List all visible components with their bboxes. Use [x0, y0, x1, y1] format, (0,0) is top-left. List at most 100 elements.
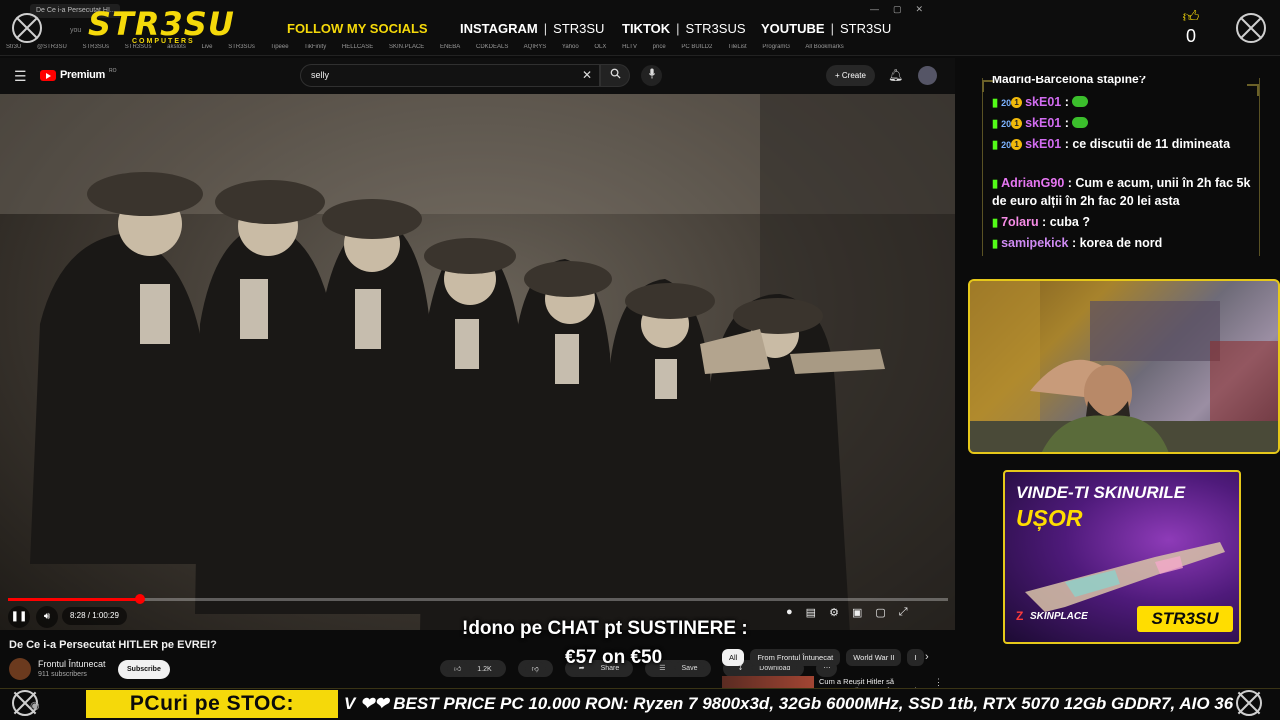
bookmark-item[interactable]: CDKDEALS: [476, 44, 508, 50]
bookmark-item[interactable]: HELLCASE: [342, 44, 373, 50]
logo-wordmark: STR3SU: [88, 5, 235, 43]
chat-username[interactable]: 7olaru: [1001, 215, 1039, 229]
url-fragment[interactable]: you: [70, 27, 81, 34]
social-handle: STR3SU: [553, 21, 605, 36]
youtube-premium-logo[interactable]: Premium RO: [40, 68, 117, 81]
window-controls[interactable]: —▢✕: [870, 4, 937, 15]
ticker-label: PCuri pe STOC:: [86, 690, 338, 718]
miniplayer-icon[interactable]: ▣: [852, 606, 862, 626]
youtube-play-icon: [40, 69, 56, 81]
chat-username[interactable]: skE01: [1025, 116, 1061, 130]
gift-badge: 1: [1011, 118, 1023, 129]
more-vert-icon[interactable]: ⋮: [934, 677, 943, 688]
bookmark-item[interactable]: ENEBA: [440, 44, 460, 50]
chrome-icon[interactable]: ◉: [30, 699, 40, 712]
bookmark-item[interactable]: TikFinity: [304, 44, 326, 50]
notifications-bell-icon[interactable]: 🔔︎: [888, 68, 903, 82]
chat-message: ▮ samipekick : korea de nord: [992, 236, 1163, 250]
kick-icon: ▮: [992, 238, 999, 250]
search-icon: [610, 68, 621, 79]
bookmark-item[interactable]: AQIRYS: [524, 44, 547, 50]
dislike-button[interactable]: 👎︎: [517, 660, 553, 677]
mute-button[interactable]: 🔊︎: [36, 606, 58, 628]
like-button[interactable]: 👍︎ 1.2K: [440, 660, 506, 677]
chat-message: ▮ 20 1 skE01 :: [992, 94, 1252, 112]
gift-badge: 1: [1011, 97, 1023, 108]
dislike-icon: 👎︎: [524, 662, 546, 677]
chat-username[interactable]: skE01: [1025, 137, 1061, 151]
chat-text: korea de nord: [1079, 236, 1163, 250]
ad-headline-accent: UȘOR: [1016, 505, 1083, 531]
autoplay-toggle[interactable]: ●: [786, 606, 793, 626]
chat-text: ce discutii de 11 dimineata: [1072, 137, 1231, 151]
fullscreen-icon[interactable]: ⤢: [899, 606, 908, 626]
hamburger-menu-icon[interactable]: ☰: [14, 68, 27, 85]
chat-message: ▮ AdrianG90 : Cum e acum, unii în 2h fac …: [992, 176, 1251, 208]
donation-prompt: !dono pe CHAT pt SUSTINERE :: [462, 618, 748, 639]
bookmark-item[interactable]: OLX: [594, 44, 606, 50]
likes-count: 0: [1185, 26, 1196, 46]
kick-icon: ▮: [992, 217, 999, 229]
sub-badge: 20: [1001, 98, 1012, 108]
bookmark-item[interactable]: price: [653, 44, 666, 50]
search-input[interactable]: selly: [300, 64, 600, 87]
chip-world-war-ii[interactable]: World War II: [846, 649, 902, 666]
video-title: De Ce i-a Persecutat HITLER pe EVREI?: [9, 639, 217, 651]
region-code: RO: [108, 68, 117, 74]
bookmark-item[interactable]: TileList: [728, 44, 747, 50]
bookmark-item[interactable]: HLTV: [622, 44, 637, 50]
chat-username[interactable]: skE01: [1025, 95, 1061, 109]
social-separator: |: [676, 21, 680, 36]
bookmark-item[interactable]: All Bookmarks: [805, 44, 843, 50]
skinplace-logo-icon: Z: [1016, 609, 1024, 623]
like-icon: 👍︎: [447, 662, 471, 677]
channel-name[interactable]: Frontul Întunecat: [38, 659, 106, 669]
social-handle: STR3SUS: [685, 21, 746, 36]
chat-message: ▮ 7olaru : cuba ?: [992, 215, 1090, 229]
captions-icon[interactable]: ▤: [806, 606, 816, 626]
chip-all[interactable]: All: [722, 649, 745, 666]
chevron-right-icon[interactable]: ›: [925, 651, 929, 663]
bookmark-item[interactable]: @STR3SU: [37, 44, 67, 50]
account-avatar[interactable]: [918, 66, 937, 85]
settings-gear-icon[interactable]: ⚙︎: [829, 606, 839, 626]
volume-icon: 🔊︎: [43, 611, 51, 622]
kick-icon: ▮: [992, 118, 999, 130]
chat-message: ▮ 20 1 skE01 :: [992, 115, 1252, 133]
donation-goal: €57 on €50: [565, 647, 663, 668]
progress-bar-fill: [8, 598, 140, 601]
channel-avatar[interactable]: [9, 658, 31, 680]
crosshair-icon: [1236, 690, 1262, 716]
progress-bar-track[interactable]: [8, 598, 948, 601]
progress-scrubber-handle[interactable]: [135, 594, 145, 604]
webcam-feed: [968, 279, 1280, 454]
voice-search-button[interactable]: [641, 65, 662, 86]
chip-more[interactable]: I: [907, 649, 924, 666]
chat-username[interactable]: AdrianG90: [1001, 176, 1064, 190]
chip-from-channel[interactable]: From Frontul Întunecat: [750, 649, 841, 666]
plus-icon: +: [835, 71, 842, 80]
ad-headline: VINDE-TI SKINURILE: [1016, 483, 1186, 502]
clear-search-icon[interactable]: ✕: [582, 68, 592, 82]
video-player[interactable]: [0, 94, 955, 630]
bookmark-item[interactable]: SKIN.PLACE: [389, 44, 424, 50]
kick-icon: ▮: [992, 178, 999, 190]
player-right-controls: ● ▤ ⚙︎ ▣ ▢ ⤢: [786, 606, 908, 626]
save-label: Save: [674, 661, 705, 676]
bookmark-item[interactable]: ProgramG: [762, 44, 790, 50]
like-count: 1.2K: [470, 662, 499, 677]
bookmark-item[interactable]: PC BUILD2: [681, 44, 712, 50]
bookmark-item[interactable]: Tipeee: [270, 44, 288, 50]
cast-icon[interactable]: ▢: [875, 606, 885, 626]
search-button[interactable]: [600, 64, 630, 87]
bookmark-item[interactable]: Str3U: [6, 44, 21, 50]
pause-button[interactable]: ❚❚: [8, 606, 30, 628]
chat-emote: [1072, 117, 1089, 128]
social-tiktok: TIKTOK | STR3SUS: [622, 21, 746, 36]
create-button[interactable]: + Create: [826, 65, 875, 86]
bookmark-item[interactable]: Yahoo: [562, 44, 579, 50]
chat-username[interactable]: samipekick: [1001, 236, 1068, 250]
kick-icon: ▮: [992, 139, 999, 151]
microphone-icon: [648, 68, 655, 79]
subscribe-button[interactable]: Subscribe: [118, 660, 170, 679]
